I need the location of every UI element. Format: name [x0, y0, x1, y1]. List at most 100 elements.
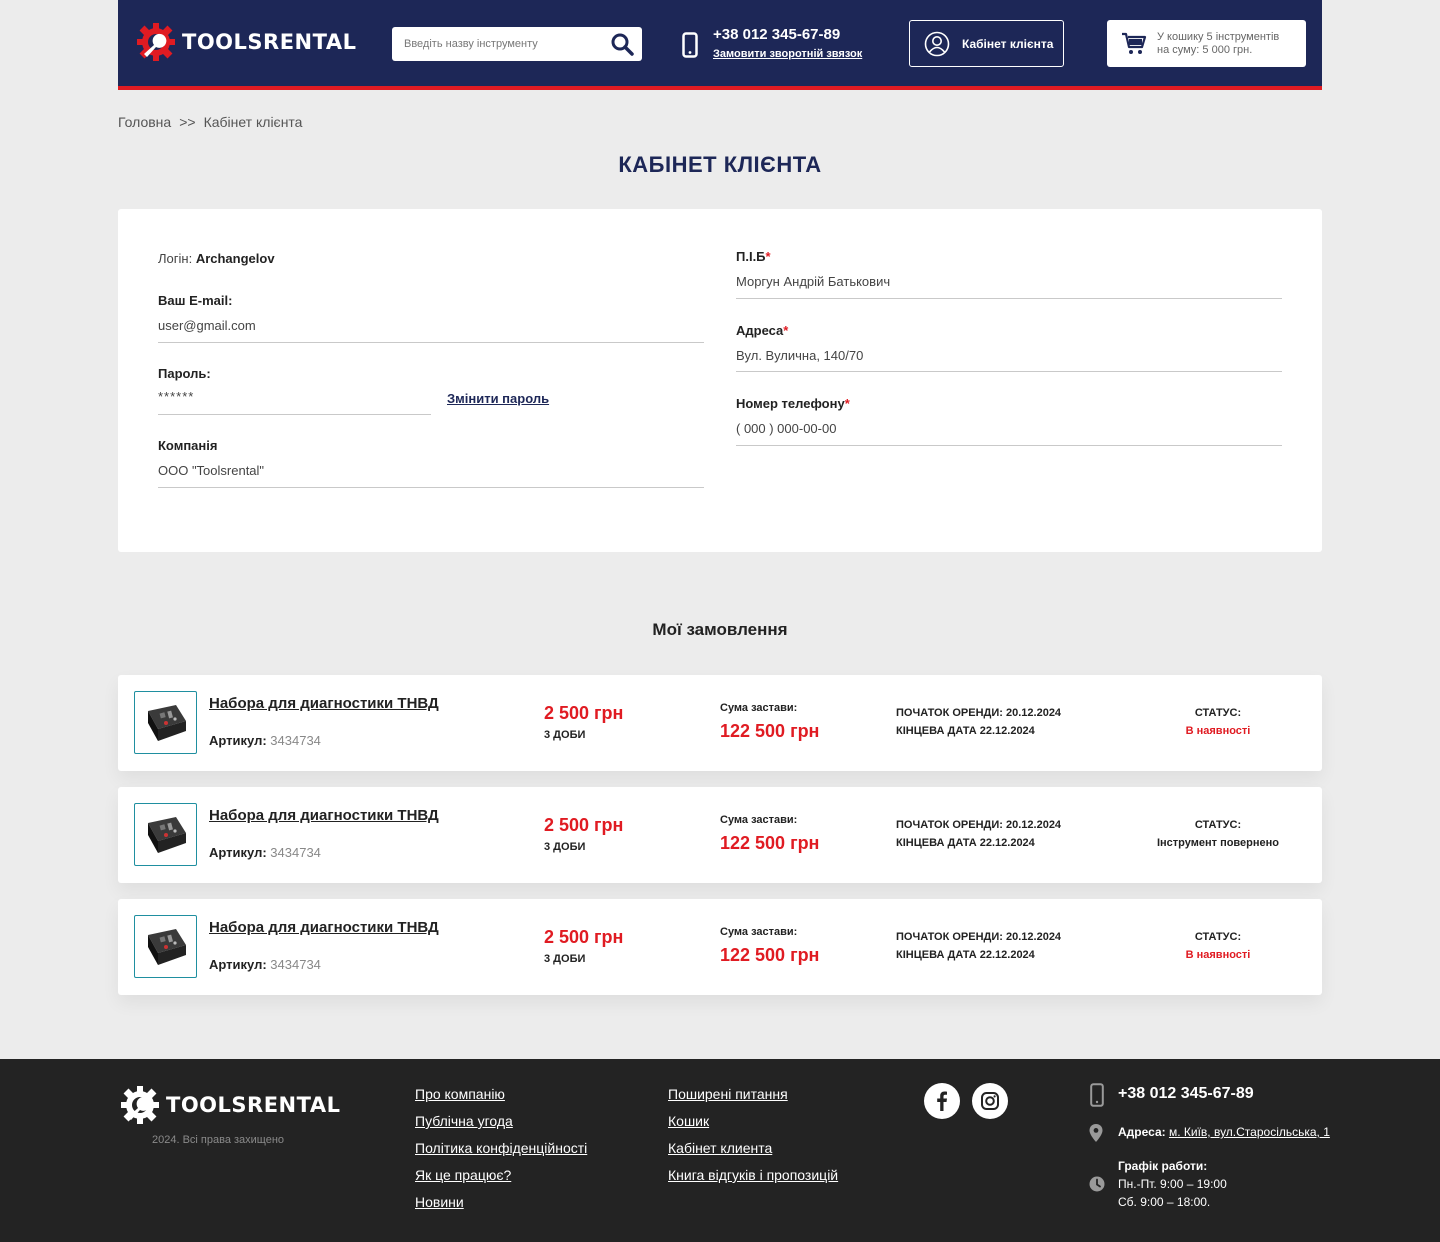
- schedule-weekdays: Пн.-Пт. 9:00 – 19:00: [1118, 1177, 1227, 1191]
- deposit-label: Сума застави:: [720, 702, 798, 714]
- full-name-label: П.І.Б*: [736, 249, 771, 264]
- facebook-glyph-icon: [937, 1091, 947, 1111]
- email-field[interactable]: user@gmail.com: [158, 318, 256, 333]
- schedule-label: Графік работи:: [1118, 1159, 1208, 1173]
- rental-start-date: ПОЧАТОК ОРЕНДИ: 20.12.2024: [896, 707, 1062, 719]
- article-value: 3434734: [270, 733, 321, 748]
- footer-link-cart[interactable]: Кошик: [668, 1112, 838, 1130]
- cart-button[interactable]: У кошику 5 інструментів на суму: 5 000 г…: [1107, 20, 1306, 67]
- breadcrumb: Головна >> Кабінет клієнта: [118, 114, 302, 130]
- deposit-value: 122 500 грн: [720, 945, 820, 965]
- clock-icon: [1089, 1176, 1105, 1192]
- full-name-label-text: П.І.Б: [736, 249, 766, 264]
- client-cabinet-label: Кабінет клієнта: [962, 36, 1054, 51]
- phone-underline: [736, 445, 1282, 446]
- login-label: Логін:: [158, 251, 193, 266]
- product-article: Артикул: 3434734: [209, 957, 321, 972]
- address-label: Адреса*: [736, 323, 788, 338]
- full-name-field[interactable]: Моргун Андрій Батькович: [736, 274, 890, 289]
- profile-card: Логін: Archangelov Ваш E-mail: user@gmai…: [118, 209, 1322, 552]
- required-mark: *: [765, 249, 771, 264]
- order-card: Набора для диагностики ТНВД Артикул: 343…: [118, 675, 1322, 771]
- footer-link-how-it-works[interactable]: Як це працює?: [415, 1166, 587, 1184]
- copyright: 2024. Всі права захищено: [152, 1134, 285, 1146]
- site-footer: TOOLSRENTAL 2024. Всі права захищено Про…: [0, 1059, 1440, 1242]
- header-phone-number[interactable]: +38 012 345-67-89: [713, 26, 840, 43]
- footer-phone[interactable]: +38 012 345-67-89: [1118, 1085, 1254, 1103]
- map-pin-icon: [1089, 1124, 1103, 1142]
- rental-days: 3 ДОБИ: [544, 729, 586, 741]
- footer-link-about[interactable]: Про компанію: [415, 1085, 587, 1103]
- phone-label-text: Номер телефону: [736, 396, 845, 411]
- footer-link-public-offer[interactable]: Публічна угода: [415, 1112, 587, 1130]
- gear-wrench-logo-icon: [121, 1086, 159, 1124]
- password-label: Пароль:: [158, 366, 211, 381]
- rental-days: 3 ДОБИ: [544, 841, 586, 853]
- product-thumbnail[interactable]: [134, 915, 197, 978]
- status-label: СТАТУС:: [1194, 707, 1242, 719]
- article-value: 3434734: [270, 957, 321, 972]
- product-name-link[interactable]: Набора для диагностики ТНВД: [209, 919, 439, 936]
- footer-address-link[interactable]: м. Київ, вул.Старосільська, 1: [1169, 1125, 1330, 1139]
- client-cabinet-button[interactable]: Кабінет клієнта: [909, 20, 1064, 67]
- footer-logo-text: TOOLSRENTAL: [166, 1093, 341, 1117]
- deposit-label: Сума застави:: [720, 814, 798, 826]
- footer-link-faq[interactable]: Поширені питання: [668, 1085, 838, 1103]
- gear-wrench-logo-icon: [137, 23, 175, 61]
- status-badge: Інструмент повернено: [1156, 837, 1280, 849]
- rental-end-date: КІНЦЕВА ДАТА 22.12.2024: [896, 725, 1035, 737]
- product-article: Артикул: 3434734: [209, 845, 321, 860]
- logo[interactable]: TOOLSRENTAL: [134, 20, 356, 64]
- address-field[interactable]: Вул. Вулична, 140/70: [736, 348, 863, 363]
- company-label: Компанія: [158, 438, 218, 453]
- password-field[interactable]: ******: [158, 389, 194, 404]
- toolkit-case-icon: [147, 704, 186, 741]
- search-input[interactable]: [392, 27, 592, 61]
- rental-days: 3 ДОБИ: [544, 953, 586, 965]
- search-box: [392, 27, 642, 61]
- logo-text: TOOLSRENTAL: [182, 30, 357, 54]
- product-thumbnail[interactable]: [134, 691, 197, 754]
- footer-address: Адреса: м. Київ, вул.Старосільська, 1: [1118, 1125, 1330, 1139]
- phone-field[interactable]: ( 000 ) 000-00-00: [736, 421, 836, 436]
- status-badge: В наявності: [1185, 949, 1251, 961]
- orders-title: Мої замовлення: [652, 620, 788, 639]
- user-icon: [924, 31, 950, 56]
- product-name-link[interactable]: Набора для диагностики ТНВД: [209, 695, 439, 712]
- instagram-glyph-icon: [981, 1092, 999, 1110]
- footer-links-col1: Про компанію Публічна угода Політика кон…: [415, 1085, 587, 1211]
- cart-icon: [1122, 32, 1147, 54]
- address-label-text: Адреса: [736, 323, 784, 338]
- footer-link-cabinet[interactable]: Кабінет клиента: [668, 1139, 838, 1157]
- deposit-value: 122 500 грн: [720, 833, 820, 853]
- instagram-icon[interactable]: [972, 1083, 1008, 1119]
- facebook-icon[interactable]: [924, 1083, 960, 1119]
- breadcrumb-home[interactable]: Головна: [118, 114, 171, 130]
- callback-link[interactable]: Замовити зворотній звязок: [713, 48, 862, 60]
- rental-price: 2 500 грн: [544, 703, 624, 723]
- breadcrumb-separator: >>: [179, 114, 196, 130]
- product-name-link[interactable]: Набора для диагностики ТНВД: [209, 807, 439, 824]
- toolkit-case-icon: [147, 816, 186, 853]
- cart-summary: У кошику 5 інструментів на суму: 5 000 г…: [1157, 31, 1297, 57]
- status-label: СТАТУС:: [1194, 931, 1242, 943]
- footer-logo[interactable]: TOOLSRENTAL: [118, 1083, 340, 1127]
- footer-link-news[interactable]: Новини: [415, 1193, 587, 1211]
- product-thumbnail[interactable]: [134, 803, 197, 866]
- status-badge: В наявності: [1185, 725, 1251, 737]
- page-title: КАБІНЕТ КЛІЄНТА: [618, 152, 822, 177]
- search-icon[interactable]: [610, 32, 634, 56]
- footer-link-feedback[interactable]: Книга відгуків і пропозицій: [668, 1166, 838, 1184]
- phone-label: Номер телефону*: [736, 396, 850, 411]
- footer-link-privacy[interactable]: Політика конфіденційності: [415, 1139, 587, 1157]
- company-field[interactable]: ООО "Toolsrental": [158, 463, 264, 478]
- deposit-value: 122 500 грн: [720, 721, 820, 741]
- rental-start-date: ПОЧАТОК ОРЕНДИ: 20.12.2024: [896, 819, 1062, 831]
- article-label: Артикул:: [209, 733, 267, 748]
- rental-price: 2 500 грн: [544, 927, 624, 947]
- change-password-link[interactable]: Змінити пароль: [447, 391, 549, 406]
- mobile-phone-icon: [1090, 1083, 1104, 1107]
- email-underline: [158, 342, 704, 343]
- password-underline: [158, 414, 431, 415]
- rental-end-date: КІНЦЕВА ДАТА 22.12.2024: [896, 837, 1035, 849]
